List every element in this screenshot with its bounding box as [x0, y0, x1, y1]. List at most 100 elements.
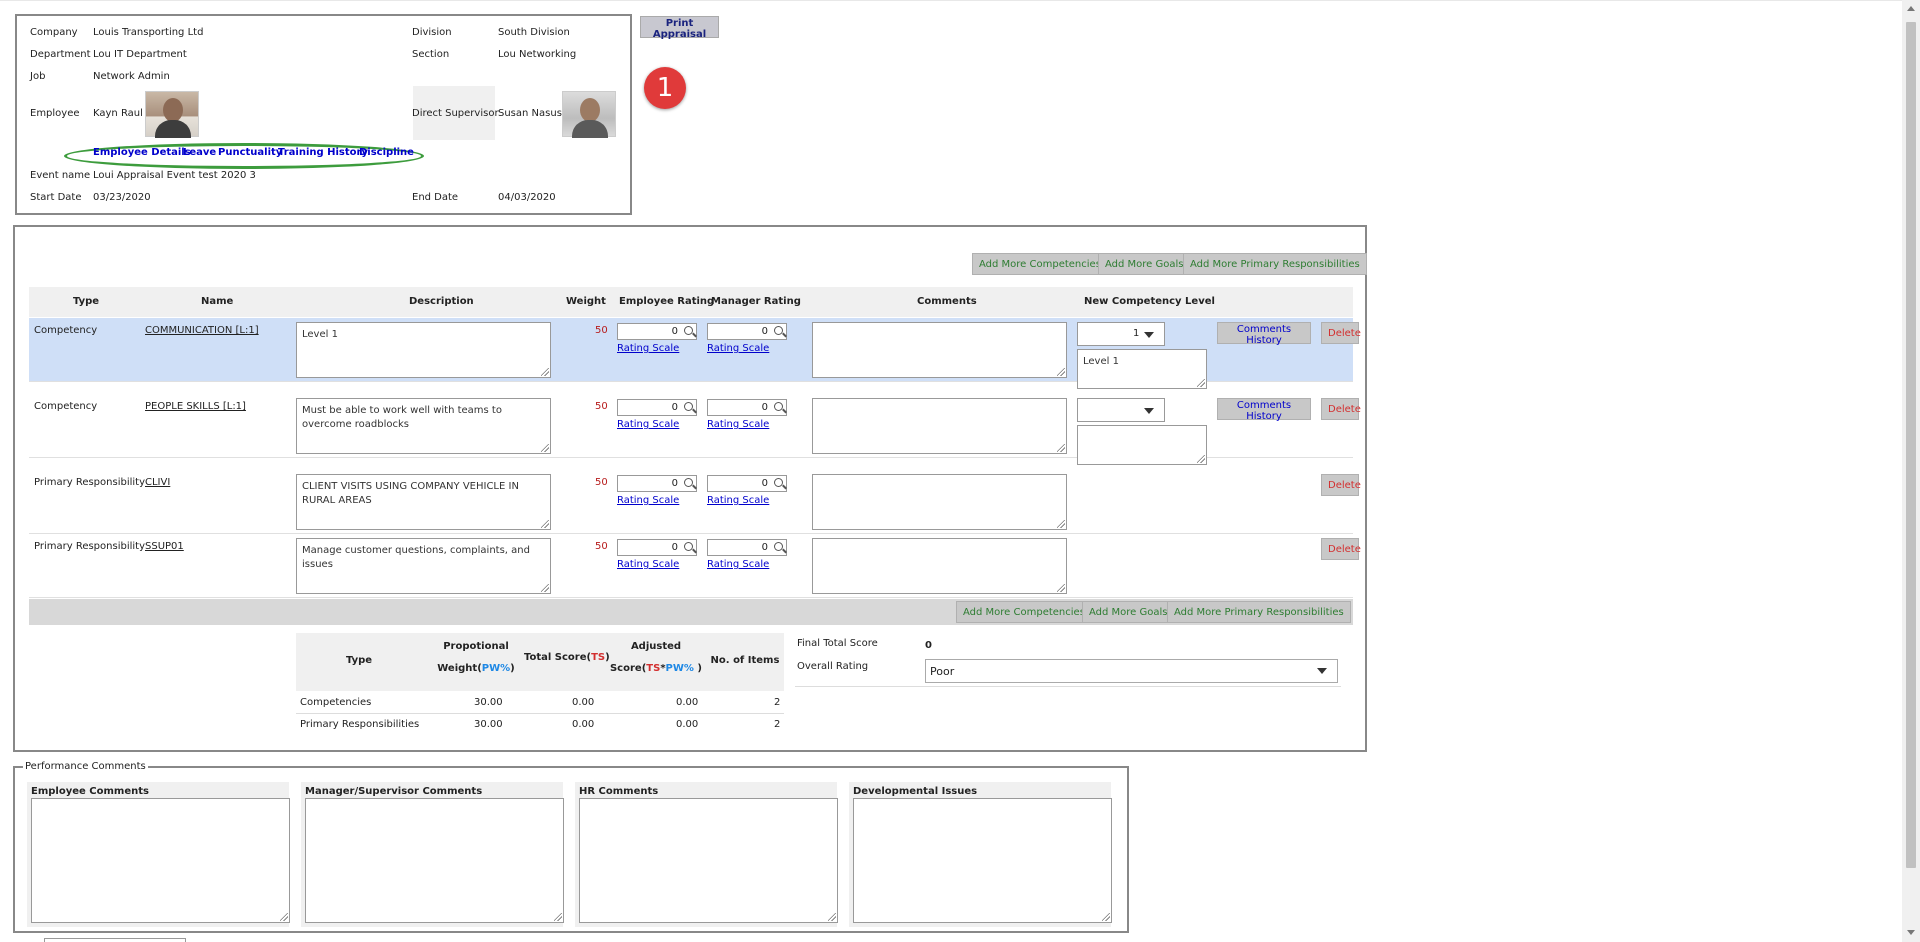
- row-name-link[interactable]: COMMUNICATION [L:1]: [145, 325, 259, 336]
- competency-level-select[interactable]: [1077, 398, 1165, 422]
- competency-level-desc[interactable]: Level 1: [1077, 349, 1207, 389]
- search-icon[interactable]: [684, 542, 693, 551]
- description-textarea[interactable]: Manage customer questions, complaints, a…: [296, 538, 551, 594]
- print-appraisal-button[interactable]: Print Appraisal: [640, 16, 719, 40]
- summary-col-adjusted-line1: Adjusted: [630, 641, 682, 652]
- competency-level-value: 1: [1133, 328, 1140, 339]
- search-icon[interactable]: [684, 326, 693, 335]
- summary-items: 2: [774, 719, 781, 730]
- table-footer-bar: Add More Competencies Add More Goals Add…: [29, 599, 1353, 625]
- summary-col-total: Total Score(TS): [524, 647, 610, 669]
- add-competencies-button-bottom[interactable]: Add More Competencies: [956, 601, 1092, 623]
- scroll-up-icon[interactable]: [1907, 6, 1915, 11]
- summary-weight: 30.00: [474, 697, 503, 708]
- description-textarea[interactable]: Level 1: [296, 322, 551, 378]
- summary-items: 2: [774, 697, 781, 708]
- manager-rating-input[interactable]: 0: [707, 539, 787, 556]
- chevron-down-icon: [1317, 668, 1327, 674]
- description-textarea[interactable]: CLIENT VISITS USING COMPANY VEHICLE IN R…: [296, 474, 551, 530]
- hr-comments-textarea[interactable]: [579, 798, 838, 923]
- manager-rating-scale-link[interactable]: Rating Scale: [707, 495, 769, 506]
- employee-rating-value: 0: [671, 542, 678, 553]
- summary-col-adjusted-line2: Score(TS*PW% ): [608, 658, 704, 680]
- discipline-link[interactable]: Discipline: [359, 147, 414, 158]
- competency-level-select[interactable]: 1: [1077, 322, 1165, 346]
- description-textarea[interactable]: Must be able to work well with teams to …: [296, 398, 551, 454]
- employee-info-panel: Company Louis Transporting Ltd Departmen…: [15, 14, 632, 215]
- summary-adjusted: 0.00: [676, 719, 699, 730]
- final-total-score-label: Final Total Score: [797, 638, 878, 649]
- search-icon[interactable]: [774, 478, 783, 487]
- summary-col-weight-line2: Weight(PW%): [436, 658, 516, 680]
- comments-textarea[interactable]: [812, 538, 1067, 594]
- add-primary-responsibilities-button-bottom[interactable]: Add More Primary Responsibilities: [1167, 601, 1351, 623]
- vertical-scrollbar[interactable]: [1902, 0, 1920, 942]
- manager-rating-input[interactable]: 0: [707, 399, 787, 416]
- delete-button[interactable]: Delete: [1321, 538, 1361, 560]
- job-value: Network Admin: [93, 71, 170, 82]
- chevron-down-icon: [1144, 332, 1154, 338]
- search-icon[interactable]: [684, 478, 693, 487]
- comments-textarea[interactable]: [812, 398, 1067, 454]
- start-date-value: 03/23/2020: [93, 192, 151, 203]
- manager-rating-scale-link[interactable]: Rating Scale: [707, 559, 769, 570]
- comments-history-button[interactable]: Comments History: [1217, 322, 1311, 346]
- summary-col-items: No. of Items: [710, 655, 780, 666]
- punctuality-link[interactable]: Punctuality: [218, 147, 282, 158]
- manager-comments-section: Manager/Supervisor Comments: [301, 782, 564, 927]
- comments-textarea[interactable]: [812, 322, 1067, 378]
- employee-rating-scale-link[interactable]: Rating Scale: [617, 343, 679, 354]
- adjusted-close: ): [693, 663, 702, 674]
- top-border: [0, 0, 1902, 1]
- manager-rating-scale-link[interactable]: Rating Scale: [707, 419, 769, 430]
- add-competencies-button[interactable]: Add More Competencies: [972, 253, 1108, 275]
- search-icon[interactable]: [774, 542, 783, 551]
- scrollbar-thumb[interactable]: [1906, 22, 1916, 868]
- developmental-issues-textarea[interactable]: [853, 798, 1112, 923]
- employee-comments-textarea[interactable]: [31, 798, 290, 923]
- add-primary-responsibilities-button[interactable]: Add More Primary Responsibilities: [1183, 253, 1367, 275]
- summary-type: Primary Responsibilities: [300, 719, 420, 730]
- competency-level-desc[interactable]: [1077, 425, 1207, 465]
- manager-rating-input[interactable]: 0: [707, 323, 787, 340]
- employee-rating-value: 0: [671, 478, 678, 489]
- manager-rating-scale-link[interactable]: Rating Scale: [707, 343, 769, 354]
- ts-abbr: TS: [591, 652, 606, 663]
- comments-history-button[interactable]: Comments History: [1217, 398, 1311, 422]
- row-name-link[interactable]: CLIVI: [145, 477, 170, 488]
- leave-link[interactable]: Leave: [183, 147, 216, 158]
- search-icon[interactable]: [684, 402, 693, 411]
- manager-rating-input[interactable]: 0: [707, 475, 787, 492]
- step-badge: 1: [644, 67, 686, 109]
- comments-textarea[interactable]: [812, 474, 1067, 530]
- section-value: Lou Networking: [498, 49, 577, 60]
- employee-rating-scale-link[interactable]: Rating Scale: [617, 495, 679, 506]
- employee-rating-scale-link[interactable]: Rating Scale: [617, 419, 679, 430]
- search-icon[interactable]: [774, 326, 783, 335]
- employee-rating-input[interactable]: 0: [617, 399, 697, 416]
- employee-photo: [145, 91, 199, 138]
- training-history-link[interactable]: Training History: [278, 147, 368, 158]
- table-header: Type Name Description Weight Employee Ra…: [29, 287, 1353, 317]
- col-description: Description: [409, 296, 474, 307]
- summary-row: Competencies 30.00 0.00 0.00 2: [296, 692, 784, 714]
- row-name-link[interactable]: PEOPLE SKILLS [L:1]: [145, 401, 246, 412]
- manager-comments-textarea[interactable]: [305, 798, 564, 923]
- add-goals-button-bottom[interactable]: Add More Goals: [1082, 601, 1175, 623]
- employee-rating-input[interactable]: 0: [617, 475, 697, 492]
- employee-details-link[interactable]: Employee Details: [93, 147, 191, 158]
- employee-rating-scale-link[interactable]: Rating Scale: [617, 559, 679, 570]
- employee-rating-input[interactable]: 0: [617, 323, 697, 340]
- scroll-down-icon[interactable]: [1907, 930, 1915, 935]
- delete-button[interactable]: Delete: [1321, 322, 1361, 344]
- delete-button[interactable]: Delete: [1321, 474, 1361, 496]
- manager-rating-value: 0: [761, 478, 768, 489]
- employee-rating-input[interactable]: 0: [617, 539, 697, 556]
- delete-button[interactable]: Delete: [1321, 398, 1361, 420]
- row-name-link[interactable]: SSUP01: [145, 541, 184, 552]
- add-goals-button[interactable]: Add More Goals: [1098, 253, 1191, 275]
- overall-rating-select[interactable]: Poor: [925, 659, 1338, 683]
- search-icon[interactable]: [774, 402, 783, 411]
- developmental-issues-heading: Developmental Issues: [853, 786, 978, 797]
- col-employee-rating: Employee Rating: [619, 296, 715, 307]
